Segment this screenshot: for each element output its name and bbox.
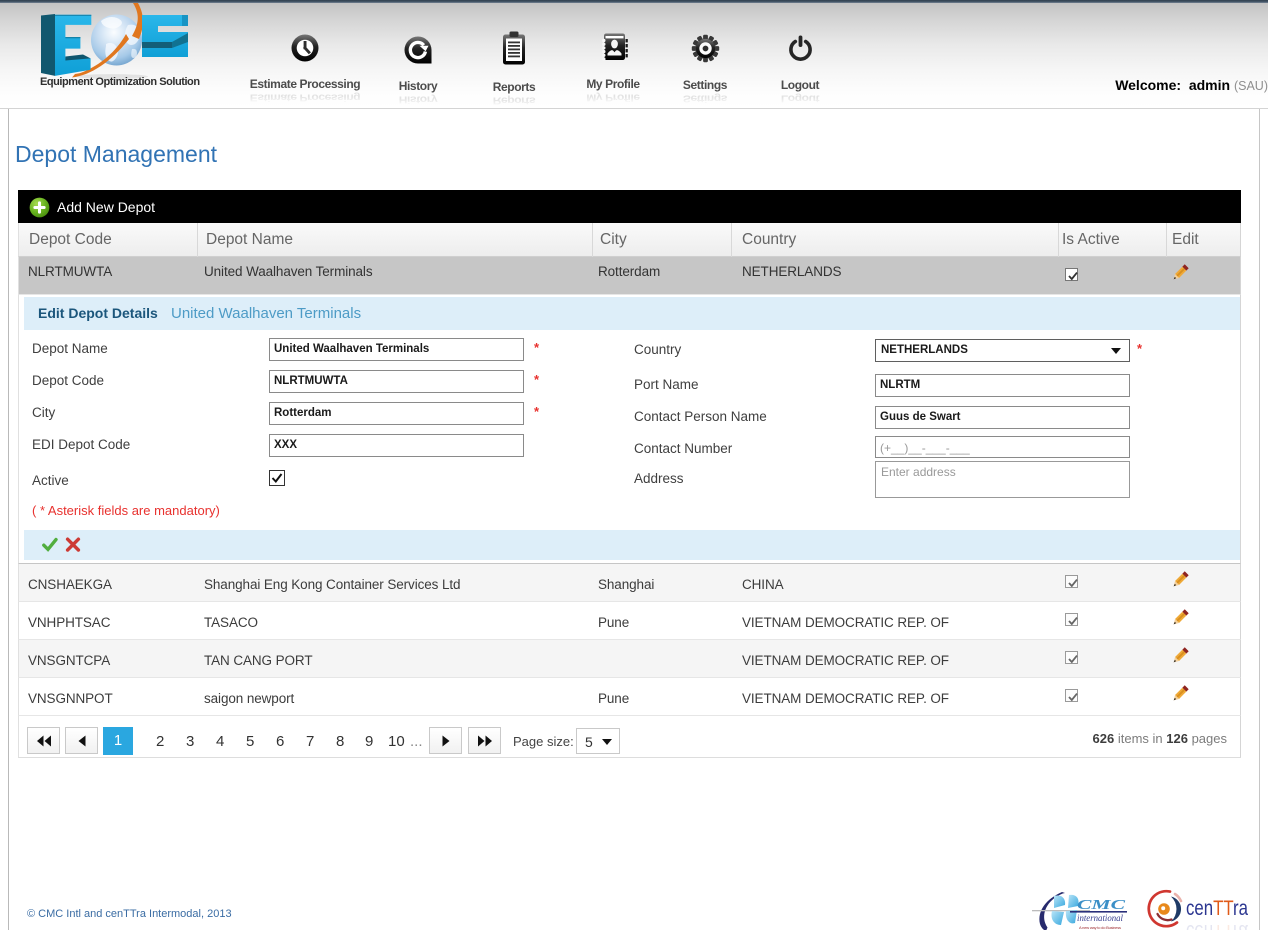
svg-text:international: international (1077, 913, 1123, 923)
svg-text:cenTTra: cenTTra (1186, 897, 1248, 920)
svg-text:CMC: CMC (1077, 898, 1126, 913)
svg-text:cenTTra: cenTTra (1186, 920, 1248, 930)
svg-text:A new way to do Business: A new way to do Business (1079, 925, 1121, 930)
